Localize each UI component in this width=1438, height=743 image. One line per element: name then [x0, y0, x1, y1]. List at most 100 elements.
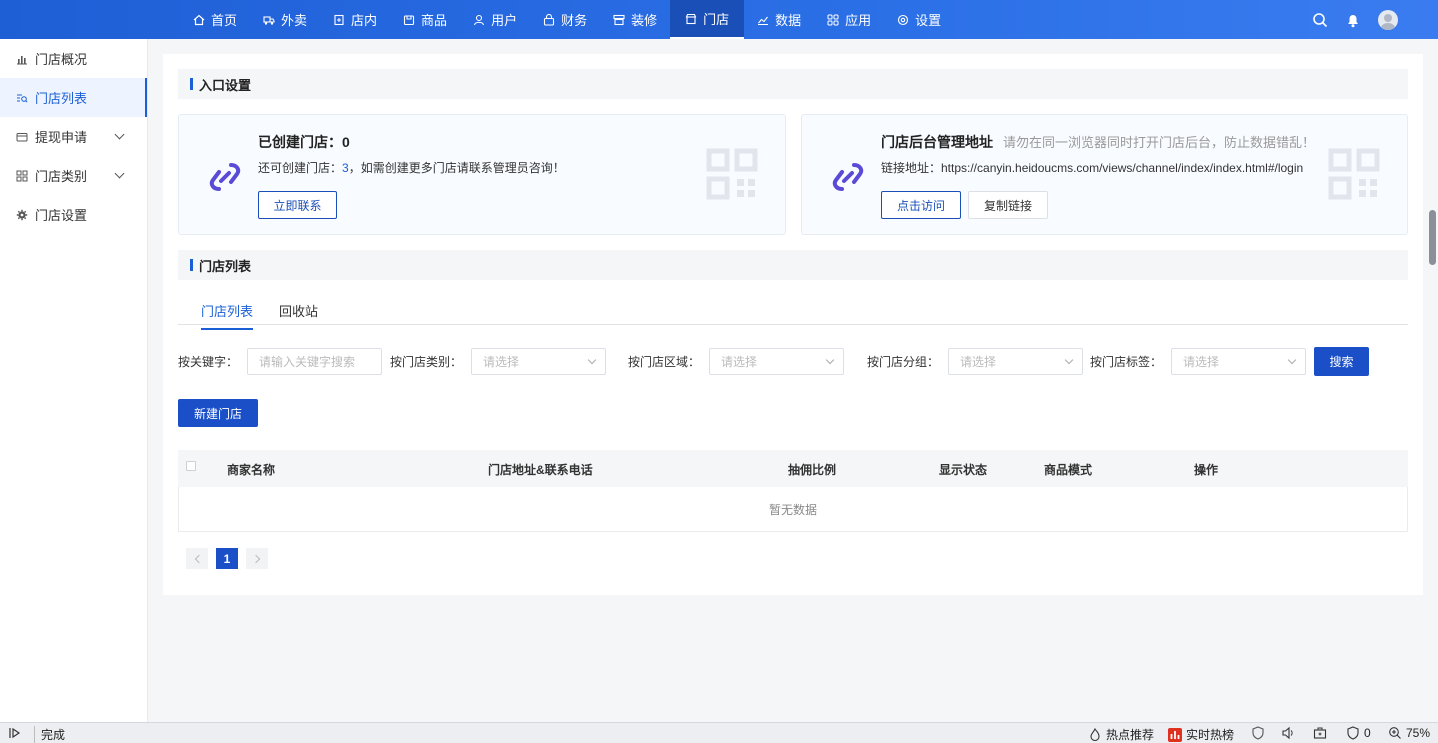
main-content: 入口设置 已创建门店：0 还可创建门店：3，如需创建更多门店请联系管理员咨询！ … [163, 54, 1423, 595]
search-icon[interactable] [1312, 12, 1328, 28]
sidebar-item-overview[interactable]: 门店概况 [0, 39, 147, 78]
group-select[interactable]: 请选择 [948, 348, 1083, 375]
nav-item-store-in[interactable]: 店内 [320, 0, 390, 39]
shop-count-title: 已创建门店：0 [258, 134, 350, 150]
region-select[interactable]: 请选择 [709, 348, 844, 375]
chevron-down-icon[interactable] [114, 129, 125, 140]
col-goods-mode: 商品模式 [1044, 463, 1093, 477]
nav-item-home[interactable]: 首页 [180, 0, 250, 39]
nav-item-decorate[interactable]: 装修 [600, 0, 670, 39]
nav-item-label: 数据 [775, 13, 802, 28]
gear-icon [16, 209, 28, 220]
nav-item-data[interactable]: 数据 [744, 0, 814, 39]
nav-item-settings[interactable]: 设置 [884, 0, 954, 39]
current-page[interactable]: 1 [216, 548, 238, 569]
sidebar-item-shop-list[interactable]: 门店列表 [0, 78, 147, 117]
admin-address-title: 门店后台管理地址 请勿在同一浏览器同时打开门店后台，防止数据错乱！ [881, 132, 1315, 152]
select-placeholder: 请选择 [1183, 355, 1220, 369]
tab-recycle-bin[interactable]: 回收站 [279, 301, 318, 328]
finance-icon [544, 13, 555, 26]
nav-item-user[interactable]: 用户 [460, 0, 530, 39]
chevron-down-icon [1064, 355, 1074, 365]
flame-icon [1090, 727, 1100, 741]
sidebar: 门店概况 门店列表 提现申请 门店类别 门店设置 [0, 39, 148, 722]
select-all-checkbox[interactable] [186, 461, 196, 471]
table-header: 商家名称 门店地址&联系电话 抽佣比例 显示状态 商品模式 操作 [178, 450, 1408, 487]
sidebar-toggle-icon[interactable] [8, 726, 22, 740]
region-label: 按门店区域： [628, 355, 701, 369]
withdraw-icon [16, 132, 28, 141]
search-button[interactable]: 搜索 [1314, 347, 1369, 376]
col-merchant-name: 商家名称 [227, 463, 276, 477]
admin-warning-note: 请勿在同一浏览器同时打开门店后台，防止数据错乱！ [1003, 135, 1316, 150]
category-select[interactable]: 请选择 [471, 348, 606, 375]
col-actions: 操作 [1194, 463, 1219, 477]
home-icon [193, 14, 205, 25]
chevron-down-icon[interactable] [114, 168, 125, 179]
ad-block-count[interactable]: 0 [1346, 726, 1371, 740]
apps-icon [827, 14, 839, 25]
qr-code-icon [1328, 148, 1380, 200]
chevron-right-icon [251, 554, 260, 563]
realtime-hot-label: 实时热榜 [1186, 728, 1235, 742]
hot-recommend-label: 热点推荐 [1106, 728, 1155, 742]
browser-status-bar: 完成 热点推荐 实时热榜 0 75% [0, 722, 1438, 743]
decorate-icon [613, 14, 625, 25]
top-nav-items: 首页 外卖 店内 商品 用户 财务 装修 门店 数据 应用 设置 [180, 0, 954, 39]
admin-address-card: 门店后台管理地址 请勿在同一浏览器同时打开门店后台，防止数据错乱！ 链接地址：ht… [801, 114, 1408, 235]
delivery-icon [263, 15, 275, 25]
volume-control[interactable] [1281, 726, 1299, 740]
tag-select[interactable]: 请选择 [1171, 348, 1306, 375]
list-search-icon [17, 94, 28, 103]
select-placeholder: 请选择 [483, 355, 520, 369]
extension-control[interactable] [1313, 726, 1331, 740]
nav-item-label: 首页 [211, 13, 238, 28]
nav-item-goods[interactable]: 商品 [390, 0, 460, 39]
zoom-icon [1389, 727, 1401, 739]
sidebar-item-withdraw[interactable]: 提现申请 [0, 117, 147, 156]
nav-item-label: 装修 [631, 13, 658, 28]
shield-status[interactable] [1251, 726, 1269, 740]
avatar[interactable] [1378, 9, 1398, 30]
table-empty-row: 暂无数据 [178, 487, 1408, 532]
keyword-input[interactable]: 请输入关键字搜索 [247, 348, 382, 375]
bell-icon[interactable] [1346, 12, 1360, 28]
new-shop-button[interactable]: 新建门店 [178, 399, 258, 427]
sidebar-item-category[interactable]: 门店类别 [0, 156, 147, 195]
col-commission: 抽佣比例 [788, 463, 837, 477]
speaker-icon [1282, 726, 1293, 740]
admin-title-text: 门店后台管理地址 [881, 134, 993, 150]
list-tabs: 门店列表 回收站 [178, 297, 1408, 330]
chevron-down-icon [587, 355, 597, 365]
zoom-control[interactable]: 75% [1388, 726, 1430, 740]
settings-icon [898, 14, 909, 25]
nav-item-shop[interactable]: 门店 [670, 0, 745, 39]
contact-now-button[interactable]: 立即联系 [258, 191, 337, 219]
toolbox-icon [1313, 727, 1327, 739]
copy-link-button[interactable]: 复制链接 [968, 191, 1048, 219]
shop-icon [685, 13, 697, 24]
goods-icon [403, 14, 415, 25]
realtime-hot[interactable]: 实时热榜 [1168, 726, 1234, 743]
nav-item-apps[interactable]: 应用 [814, 0, 884, 39]
select-placeholder: 请选择 [960, 355, 997, 369]
next-page-button[interactable] [246, 548, 268, 569]
page-scrollbar[interactable] [1429, 210, 1436, 265]
chevron-down-icon [825, 355, 835, 365]
shop-count-desc: 还可创建门店：3，如需创建更多门店请联系管理员咨询！ [258, 159, 565, 176]
hot-list-icon [1168, 727, 1182, 742]
top-nav-tools [1312, 0, 1398, 39]
status-text: 完成 [34, 726, 65, 743]
nav-item-delivery[interactable]: 外卖 [250, 0, 320, 39]
visit-button[interactable]: 点击访问 [881, 191, 961, 219]
category-label: 按门店类别： [390, 355, 463, 369]
keyword-label: 按关键字： [178, 355, 239, 369]
shop-count-card: 已创建门店：0 还可创建门店：3，如需创建更多门店请联系管理员咨询！ 立即联系 [178, 114, 786, 235]
nav-item-finance[interactable]: 财务 [530, 0, 600, 39]
tab-shop-list[interactable]: 门店列表 [201, 301, 254, 330]
sidebar-item-shop-settings[interactable]: 门店设置 [0, 195, 147, 234]
prev-page-button[interactable] [186, 548, 208, 569]
nav-item-label: 应用 [845, 13, 872, 28]
sidebar-item-label: 提现申请 [35, 130, 88, 145]
hot-recommend[interactable]: 热点推荐 [1088, 726, 1154, 743]
